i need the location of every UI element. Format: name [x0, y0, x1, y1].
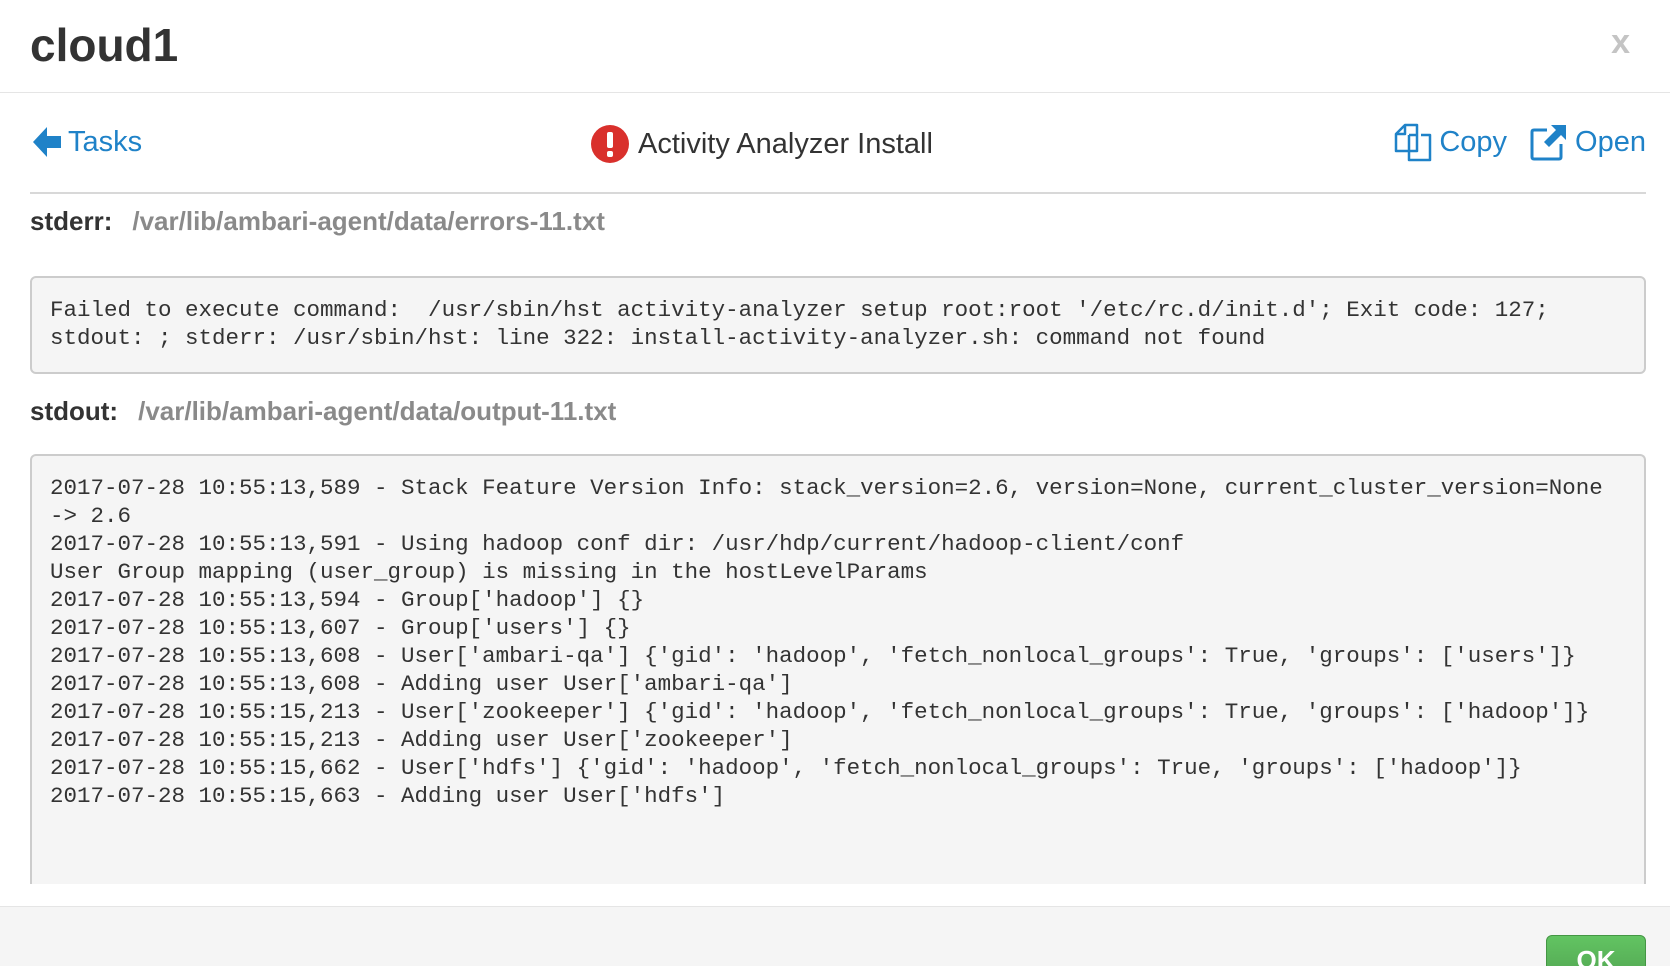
- open-button-label: Open: [1575, 125, 1646, 158]
- copy-icon: [1395, 123, 1432, 162]
- task-title: Activity Analyzer Install: [638, 127, 933, 160]
- modal-title: cloud1: [30, 19, 179, 71]
- task-heading: Activity Analyzer Install: [590, 124, 933, 164]
- close-button[interactable]: x: [1611, 22, 1630, 62]
- modal-header: cloud1 x: [0, 0, 1670, 93]
- stderr-heading: stderr:: [30, 206, 113, 236]
- task-log-modal: cloud1 x Tasks Activity Analyzer Install: [0, 0, 1670, 966]
- stderr-label: stderr: /var/lib/ambari-agent/data/error…: [30, 206, 605, 237]
- back-to-tasks-link[interactable]: Tasks: [30, 124, 142, 160]
- stdout-path: /var/lib/ambari-agent/data/output-11.txt: [138, 396, 617, 426]
- stdout-heading: stdout:: [30, 396, 119, 426]
- stderr-path: /var/lib/ambari-agent/data/errors-11.txt: [132, 206, 605, 236]
- open-button[interactable]: Open: [1529, 122, 1646, 162]
- stderr-log[interactable]: Failed to execute command: /usr/sbin/hst…: [30, 276, 1646, 374]
- copy-button-label: Copy: [1439, 125, 1508, 158]
- ok-button[interactable]: OK: [1546, 935, 1646, 966]
- toolbar-actions: Copy Open: [1371, 122, 1646, 162]
- copy-button[interactable]: Copy: [1393, 122, 1507, 162]
- modal-footer: OK: [0, 906, 1670, 966]
- external-link-icon: [1530, 125, 1567, 161]
- error-icon: [591, 125, 629, 163]
- back-link-label: Tasks: [68, 125, 143, 158]
- arrow-left-icon: [33, 127, 61, 157]
- stdout-label: stdout: /var/lib/ambari-agent/data/outpu…: [30, 396, 616, 427]
- stdout-log[interactable]: 2017-07-28 10:55:13,589 - Stack Feature …: [30, 454, 1646, 884]
- task-toolbar: Tasks Activity Analyzer Install Copy Ope…: [30, 112, 1646, 194]
